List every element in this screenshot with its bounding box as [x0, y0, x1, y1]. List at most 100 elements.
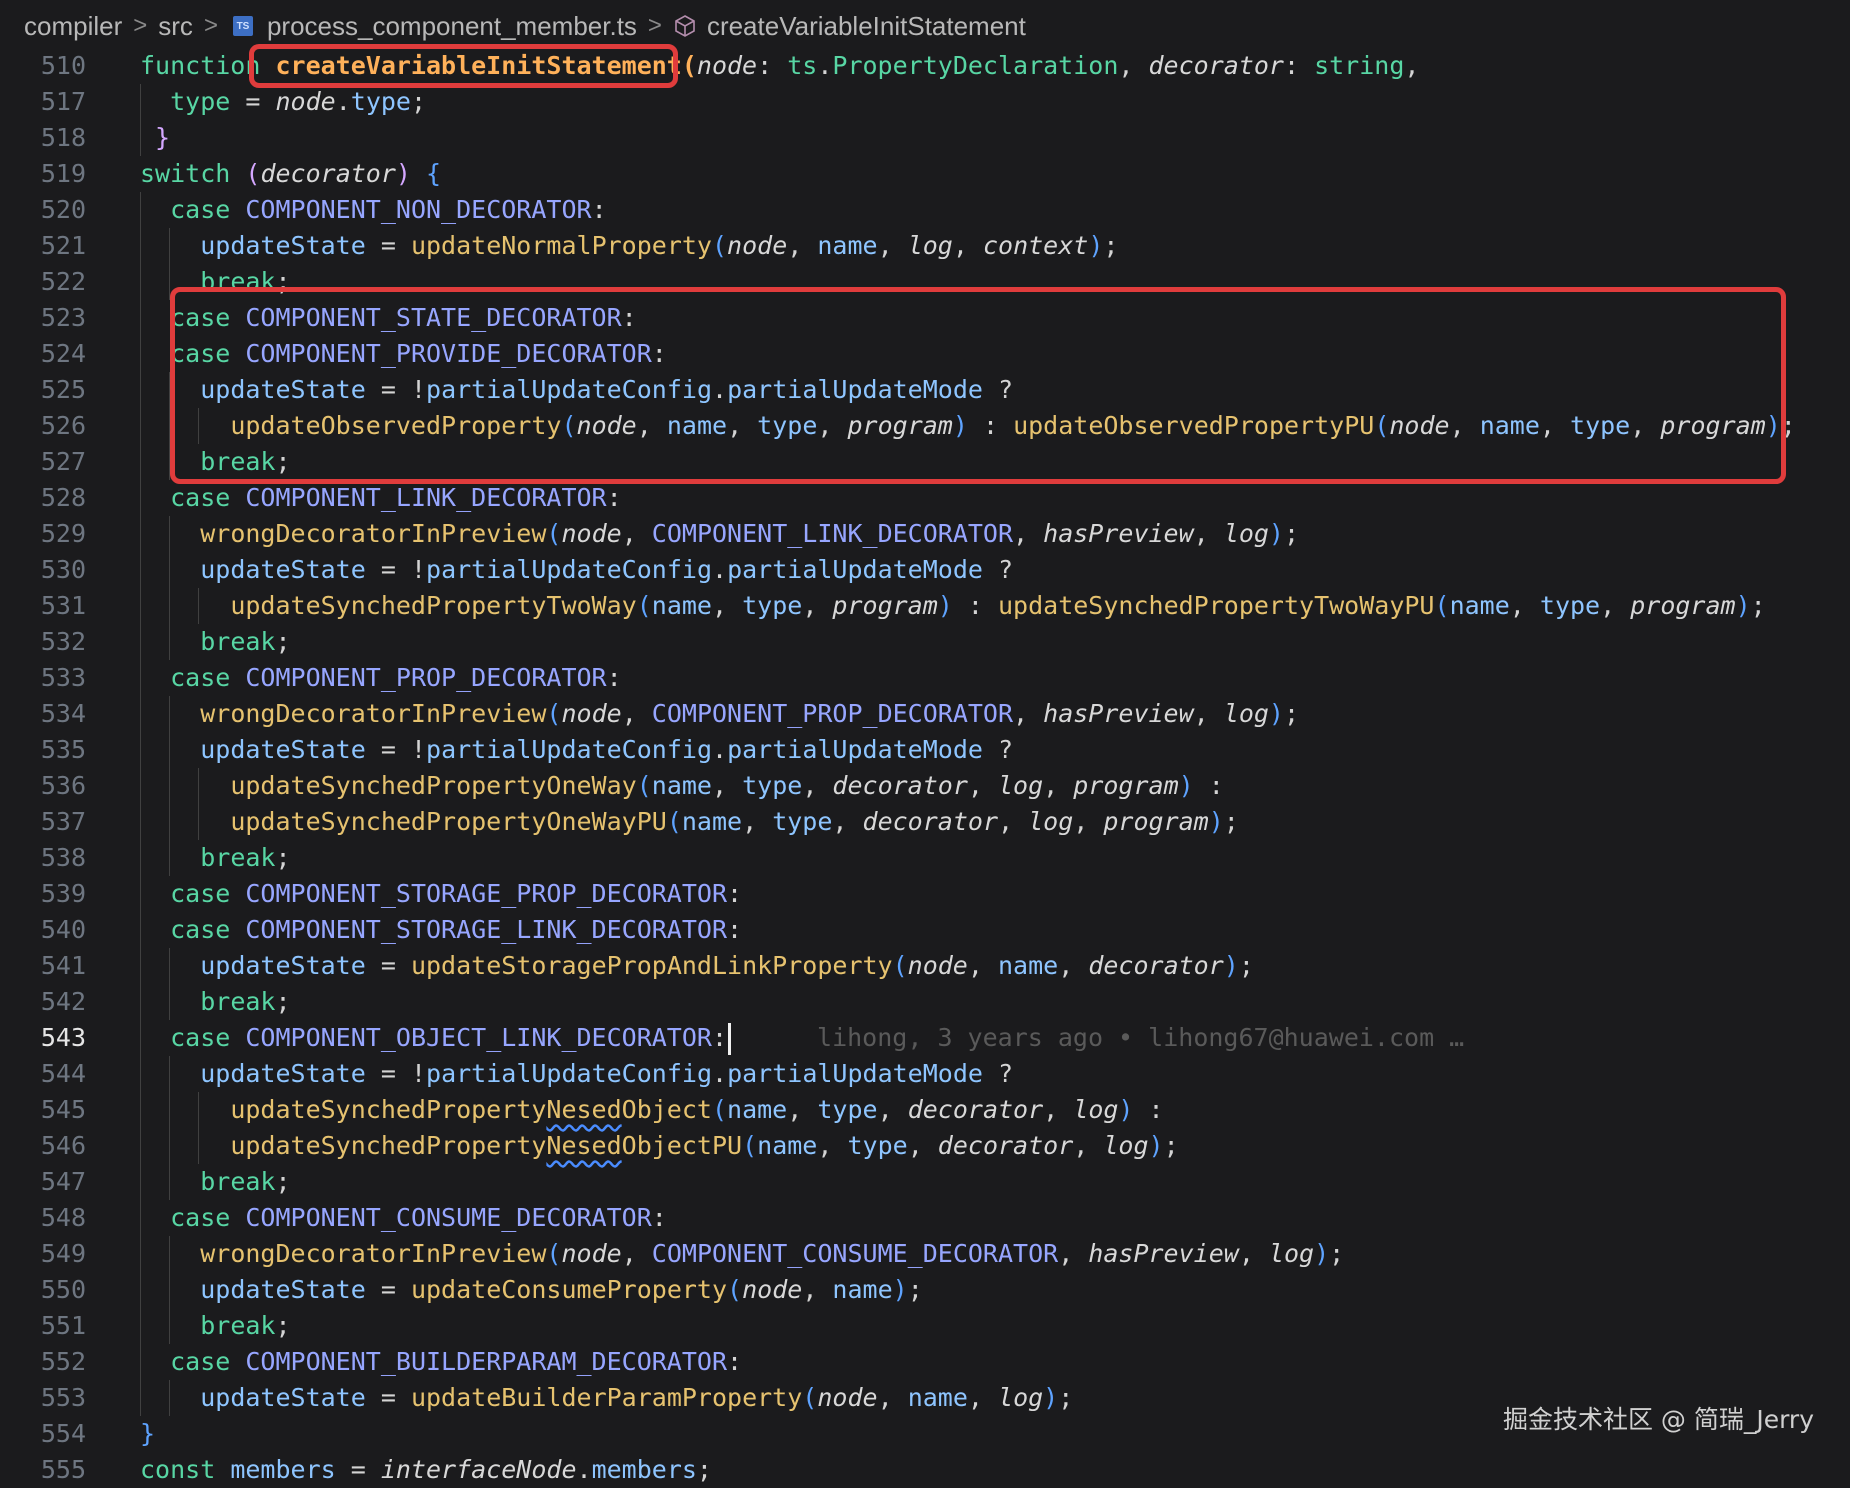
highlight-box-function-name — [249, 44, 678, 88]
line-number: 539 — [40, 879, 86, 908]
line-content: break; — [200, 627, 291, 656]
code-line[interactable]: 547 break; — [0, 1164, 1850, 1200]
line-content: updateSynchedPropertyNesedObjectPU(name,… — [230, 1131, 1179, 1160]
line-number: 528 — [40, 483, 86, 512]
line-content: break; — [200, 843, 291, 872]
code-line[interactable]: 517 type = node.type; — [0, 84, 1850, 120]
code-line[interactable]: 519 switch (decorator) { — [0, 156, 1850, 192]
code-line[interactable]: 530 updateState = !partialUpdateConfig.p… — [0, 552, 1850, 588]
code-line[interactable]: 539 case COMPONENT_STORAGE_PROP_DECORATO… — [0, 876, 1850, 912]
line-number: 540 — [40, 915, 86, 944]
breadcrumb-item-src[interactable]: src — [158, 11, 193, 42]
git-blame-annotation[interactable]: lihong, 3 years ago • lihong67@huawei.co… — [817, 1023, 1464, 1052]
code-line[interactable]: 531 updateSynchedPropertyTwoWay(name, ty… — [0, 588, 1850, 624]
line-number: 534 — [40, 699, 86, 728]
line-number: 530 — [40, 555, 86, 584]
line-content: } — [140, 123, 171, 152]
watermark: 掘金技术社区 @ 简瑞_Jerry — [1502, 1405, 1814, 1434]
code-line[interactable]: 533 case COMPONENT_PROP_DECORATOR: — [0, 660, 1850, 696]
line-number: 521 — [40, 231, 86, 260]
line-number: 510 — [40, 51, 86, 80]
chevron-right-icon: > — [133, 12, 148, 39]
breadcrumb-item-symbol[interactable]: createVariableInitStatement — [707, 11, 1026, 42]
line-number: 517 — [40, 87, 86, 116]
line-number: 520 — [40, 195, 86, 224]
line-content: case COMPONENT_STORAGE_LINK_DECORATOR: — [170, 915, 743, 944]
line-content: updateSynchedPropertyOneWay(name, type, … — [230, 771, 1224, 800]
line-number: 551 — [40, 1311, 86, 1340]
breadcrumb-item-compiler[interactable]: compiler — [24, 11, 122, 42]
line-number: 532 — [40, 627, 86, 656]
code-line[interactable]: 535 updateState = !partialUpdateConfig.p… — [0, 732, 1850, 768]
highlight-box-state-provide-cases — [170, 287, 1786, 484]
code-line[interactable]: 548 case COMPONENT_CONSUME_DECORATOR: — [0, 1200, 1850, 1236]
typescript-file-icon: TS — [232, 16, 253, 36]
code-line[interactable]: 544 updateState = !partialUpdateConfig.p… — [0, 1056, 1850, 1092]
line-content: } — [140, 1419, 156, 1448]
code-line[interactable]: 520 case COMPONENT_NON_DECORATOR: — [0, 192, 1850, 228]
code-line[interactable]: 550 updateState = updateConsumeProperty(… — [0, 1272, 1850, 1308]
line-number: 552 — [40, 1347, 86, 1376]
line-content: switch (decorator) { — [140, 159, 442, 188]
line-content: wrongDecoratorInPreview(node, COMPONENT_… — [200, 699, 1300, 728]
line-number: 542 — [40, 987, 86, 1016]
breadcrumb-item-file[interactable]: process_component_member.ts — [267, 11, 637, 42]
line-number: 527 — [40, 447, 86, 476]
code-line[interactable]: 538 break; — [0, 840, 1850, 876]
line-number: 535 — [40, 735, 86, 764]
code-line[interactable]: 536 updateSynchedPropertyOneWay(name, ty… — [0, 768, 1850, 804]
code-line[interactable]: 546 updateSynchedPropertyNesedObjectPU(n… — [0, 1128, 1850, 1164]
code-editor[interactable]: 510 function createVariableInitStatement(… — [0, 48, 1850, 1488]
line-number: 545 — [40, 1095, 86, 1124]
code-line[interactable]: 551 break; — [0, 1308, 1850, 1344]
line-content: break; — [200, 1311, 291, 1340]
line-content: case COMPONENT_OBJECT_LINK_DECORATOR: lih… — [140, 1020, 1464, 1056]
code-line-active[interactable]: 543 case COMPONENT_OBJECT_LINK_DECORATOR… — [0, 1020, 1850, 1056]
code-line[interactable]: 542 break; — [0, 984, 1850, 1020]
method-cube-icon — [673, 14, 697, 38]
code-line[interactable]: 541 updateState = updateStoragePropAndLi… — [0, 948, 1850, 984]
code-line[interactable]: 532 break; — [0, 624, 1850, 660]
line-content: updateState = !partialUpdateConfig.parti… — [200, 735, 1014, 764]
line-content: updateState = updateConsumeProperty(node… — [200, 1275, 923, 1304]
code-line[interactable]: 540 case COMPONENT_STORAGE_LINK_DECORATO… — [0, 912, 1850, 948]
code-line[interactable]: 529 wrongDecoratorInPreview(node, COMPON… — [0, 516, 1850, 552]
line-number: 531 — [40, 591, 86, 620]
code-line[interactable]: 528 case COMPONENT_LINK_DECORATOR: — [0, 480, 1850, 516]
line-number: 538 — [40, 843, 86, 872]
line-number: 537 — [40, 807, 86, 836]
chevron-right-icon: > — [647, 12, 662, 39]
line-number: 518 — [40, 123, 86, 152]
chevron-right-icon: > — [203, 12, 218, 39]
line-number: 548 — [40, 1203, 86, 1232]
code-line[interactable]: 545 updateSynchedPropertyNesedObject(nam… — [0, 1092, 1850, 1128]
code-line[interactable]: 518 } — [0, 120, 1850, 156]
line-number: 547 — [40, 1167, 86, 1196]
line-number: 522 — [40, 267, 86, 296]
code-line[interactable]: 534 wrongDecoratorInPreview(node, COMPON… — [0, 696, 1850, 732]
line-content: updateState = updateStoragePropAndLinkPr… — [200, 951, 1254, 980]
line-content: updateState = !partialUpdateConfig.parti… — [200, 555, 1014, 584]
line-number: 533 — [40, 663, 86, 692]
line-content: break; — [200, 987, 291, 1016]
line-content: wrongDecoratorInPreview(node, COMPONENT_… — [200, 1239, 1345, 1268]
code-line[interactable]: 555 const members = interfaceNode.members… — [0, 1452, 1850, 1488]
code-line[interactable]: 521 updateState = updateNormalProperty(n… — [0, 228, 1850, 264]
line-content: wrongDecoratorInPreview(node, COMPONENT_… — [200, 519, 1300, 548]
line-number: 550 — [40, 1275, 86, 1304]
line-content: updateSynchedPropertyNesedObject(name, t… — [230, 1095, 1164, 1124]
code-line[interactable]: 549 wrongDecoratorInPreview(node, COMPON… — [0, 1236, 1850, 1272]
line-number: 546 — [40, 1131, 86, 1160]
code-line[interactable]: 552 case COMPONENT_BUILDERPARAM_DECORATO… — [0, 1344, 1850, 1380]
line-number: 519 — [40, 159, 86, 188]
line-number: 544 — [40, 1059, 86, 1088]
line-content: updateSynchedPropertyTwoWay(name, type, … — [230, 591, 1766, 620]
line-content: case COMPONENT_CONSUME_DECORATOR: — [170, 1203, 667, 1232]
line-content: break; — [200, 1167, 291, 1196]
line-number: 524 — [40, 339, 86, 368]
line-content: case COMPONENT_NON_DECORATOR: — [170, 195, 607, 224]
line-number: 553 — [40, 1383, 86, 1412]
code-line[interactable]: 537 updateSynchedPropertyOneWayPU(name, … — [0, 804, 1850, 840]
text-cursor — [728, 1023, 732, 1055]
line-number: 554 — [40, 1419, 86, 1448]
